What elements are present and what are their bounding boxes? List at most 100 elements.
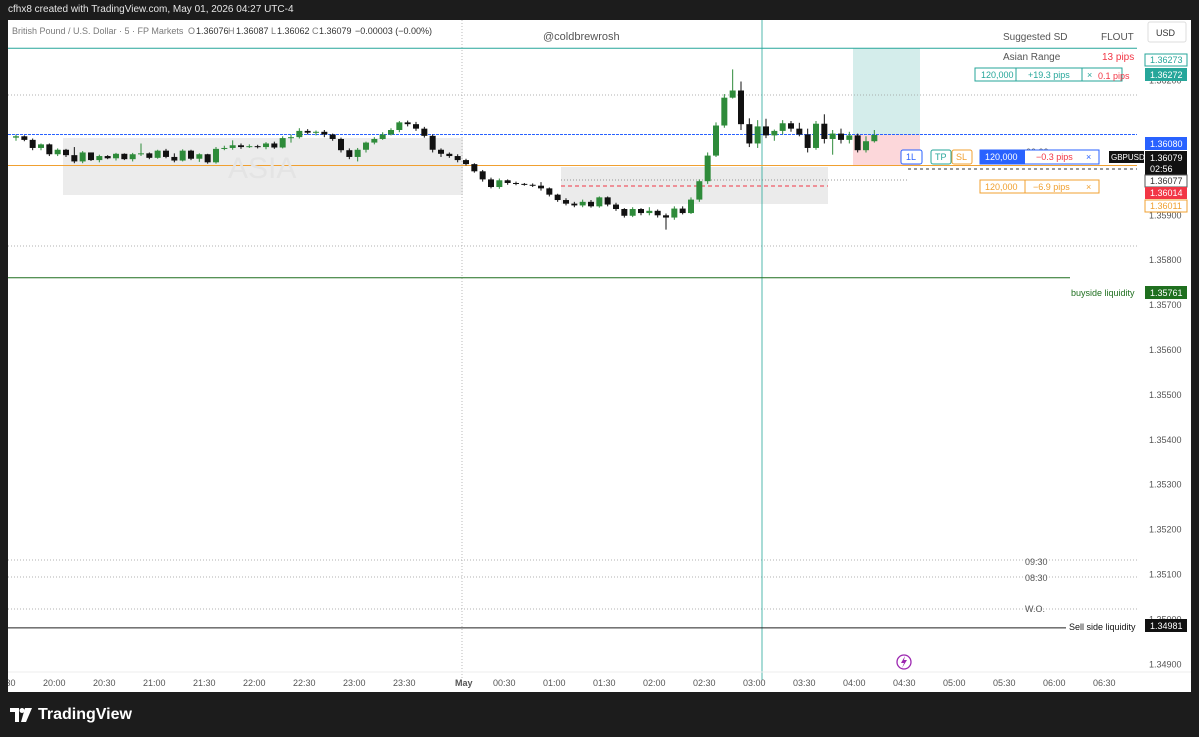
y-tick-label: 1.35500 xyxy=(1149,390,1182,400)
price-tag-7: 1.36011 xyxy=(1150,201,1182,211)
x-tick-label: 01:00 xyxy=(543,678,566,688)
time-label-0830: 08:30 xyxy=(1025,573,1048,583)
candle-body xyxy=(829,133,836,139)
legend-o-label: O xyxy=(188,26,195,36)
candle-body xyxy=(21,136,28,140)
y-tick-label: 1.34900 xyxy=(1149,659,1182,669)
tp-right-pips: 0.1 pips xyxy=(1098,71,1130,81)
price-tag-4: 1.36079 xyxy=(1150,153,1183,163)
footer: TradingView xyxy=(0,692,1199,737)
sellside-liquidity-label: Sell side liquidity xyxy=(1069,622,1136,632)
candle-body xyxy=(688,199,694,214)
candle-body xyxy=(871,134,878,142)
tp-button-label: TP xyxy=(935,152,947,162)
tradingview-logo[interactable]: TradingView xyxy=(10,706,132,724)
y-tick-label: 1.35100 xyxy=(1149,569,1182,579)
x-tick-label: 21:00 xyxy=(143,678,166,688)
candle-body xyxy=(796,128,803,135)
symbol-tag-label: GBPUSD xyxy=(1111,153,1145,162)
candle-body xyxy=(613,204,619,210)
candle-body xyxy=(838,133,844,140)
candle-body xyxy=(204,154,211,163)
brand-name: TradingView xyxy=(38,706,132,723)
candle-body xyxy=(654,210,661,216)
candle-body xyxy=(196,154,203,159)
candle-body xyxy=(854,135,861,151)
candle-body xyxy=(421,128,428,136)
candle-body xyxy=(246,146,253,148)
candle-body xyxy=(704,155,711,182)
candle-body xyxy=(238,145,244,148)
candle-body xyxy=(763,126,769,136)
candle-body xyxy=(363,142,369,150)
candle-body xyxy=(846,135,853,140)
sl-order-tag[interactable]: 120,000 −6.9 pips × xyxy=(979,179,1100,194)
candle-body xyxy=(121,153,128,160)
x-tick-label: 22:00 xyxy=(243,678,266,688)
watermark-handle: @coldbrewrosh xyxy=(543,31,620,43)
countdown: 02:56 xyxy=(1150,164,1173,174)
entry-close-icon[interactable]: × xyxy=(1086,152,1091,162)
x-tick-label: May xyxy=(455,678,473,688)
candle-body xyxy=(371,138,378,143)
candle-body xyxy=(88,152,94,161)
x-tick-label: 04:00 xyxy=(843,678,866,688)
chart-frame[interactable]: 1.362001.359001.358001.357001.356001.355… xyxy=(8,20,1191,692)
x-tick-label: 06:30 xyxy=(1093,678,1116,688)
candle-body xyxy=(521,183,528,185)
entry-qty: 120,000 xyxy=(985,152,1018,162)
legend-h-label: H xyxy=(228,26,235,36)
sl-close-icon[interactable]: × xyxy=(1086,182,1091,192)
candle-body xyxy=(571,203,578,206)
candle-body xyxy=(696,181,703,200)
candle-body xyxy=(463,160,469,165)
x-tick-label: 03:30 xyxy=(793,678,816,688)
sl-button-label: SL xyxy=(956,152,967,162)
x-tick-label: 06:00 xyxy=(1043,678,1066,688)
tp-close-icon[interactable]: × xyxy=(1087,70,1092,80)
position-order-tag[interactable]: 1L TP SL 120,000 −0.3 pips × xyxy=(900,149,1100,165)
x-tick-label: 00:30 xyxy=(493,678,516,688)
candle-body xyxy=(154,150,161,158)
candle-body xyxy=(738,90,744,125)
x-tick-label: 21:30 xyxy=(193,678,216,688)
candle-body xyxy=(254,146,261,148)
candle-body xyxy=(104,156,111,159)
candle-body xyxy=(821,123,828,139)
x-tick-label: 02:30 xyxy=(693,678,716,688)
candle-body xyxy=(804,134,811,148)
candlestick-chart[interactable]: 1.362001.359001.358001.357001.356001.355… xyxy=(8,20,1191,692)
long-position-profit-zone[interactable] xyxy=(853,48,920,135)
candle-body xyxy=(296,130,303,138)
x-tick-label: 20:30 xyxy=(93,678,116,688)
candle-body xyxy=(663,215,669,218)
candle-body xyxy=(754,126,761,144)
legend-c-label: C xyxy=(312,26,319,36)
candle-body xyxy=(271,143,278,148)
candle-body xyxy=(304,130,311,133)
entry-pips: −0.3 pips xyxy=(1036,152,1073,162)
x-tick-label: 05:30 xyxy=(993,678,1016,688)
legend-l-label: L xyxy=(271,26,276,36)
y-tick-label: 1.35300 xyxy=(1149,480,1182,490)
candle-body xyxy=(554,194,561,201)
chart-header: cfhx8 created with TradingView.com, May … xyxy=(0,0,1199,20)
legend-l-value: 1.36062 xyxy=(277,26,310,36)
lightning-icon[interactable] xyxy=(896,654,912,670)
candle-body xyxy=(729,90,736,98)
candle-body xyxy=(529,184,536,186)
price-tag-6: 1.36014 xyxy=(1150,188,1183,198)
price-tag-9: 1.34981 xyxy=(1150,621,1183,631)
price-tag-8: 1.35761 xyxy=(1150,288,1183,298)
candle-body xyxy=(546,188,553,195)
candle-body xyxy=(404,122,411,125)
candle-body xyxy=(771,130,778,136)
candle-body xyxy=(671,208,678,218)
candle-body xyxy=(338,138,344,151)
candle-body xyxy=(429,135,436,150)
candle-body xyxy=(629,209,636,216)
currency-label: USD xyxy=(1156,28,1176,38)
candle-body xyxy=(288,137,294,139)
candle-body xyxy=(513,182,519,184)
candle-body xyxy=(388,130,394,135)
